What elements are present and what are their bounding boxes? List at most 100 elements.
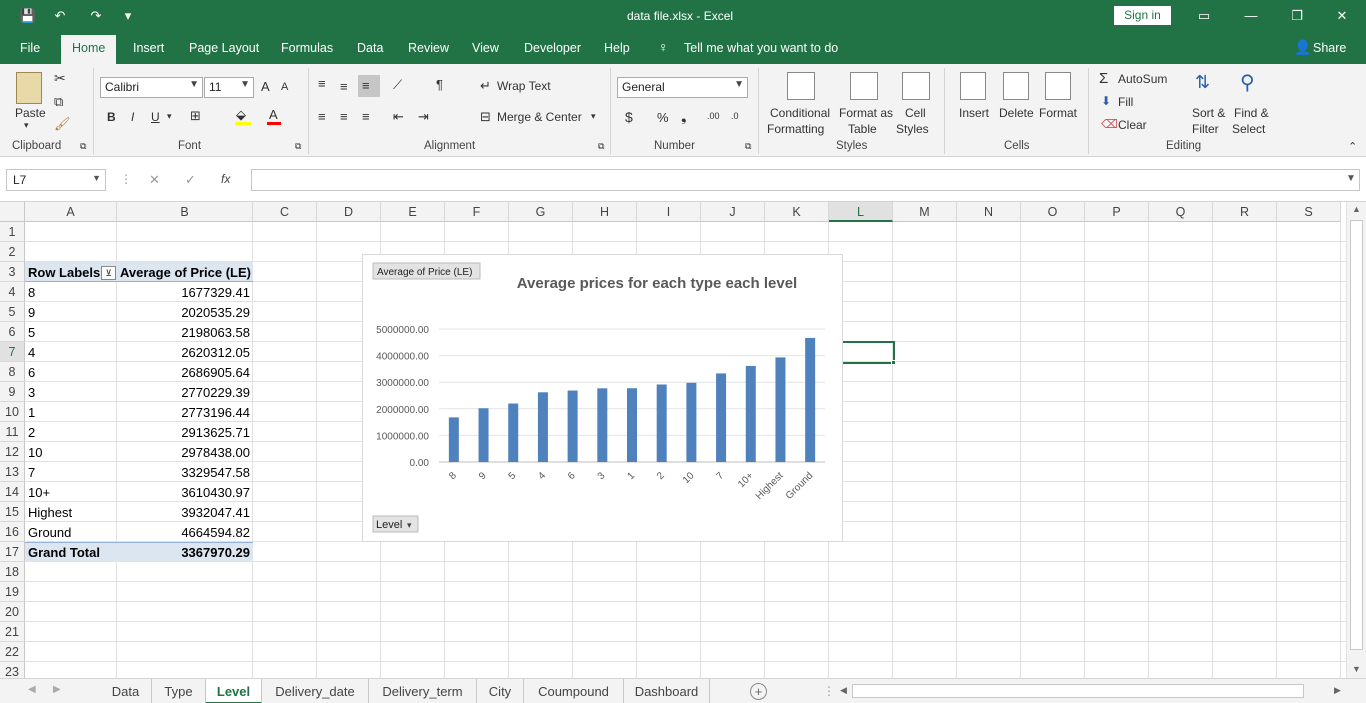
chart-bar-2[interactable]	[656, 384, 667, 462]
format-painter-icon[interactable]: 🖌	[54, 116, 71, 132]
wrap-text-icon[interactable]: ↵	[480, 78, 491, 94]
restore-icon[interactable]: ❐	[1287, 6, 1307, 26]
wrap-text-button[interactable]: Wrap Text	[497, 79, 551, 93]
conditional-formatting-label[interactable]: Conditional	[770, 106, 830, 120]
name-box[interactable]: L7 ▼	[6, 169, 106, 191]
pivot-grand-total-label[interactable]: Grand Total	[25, 543, 117, 563]
select-all-corner[interactable]	[0, 202, 25, 222]
pivot-row-value[interactable]: 2686905.64	[117, 363, 253, 383]
pivot-row-label[interactable]: 4	[25, 343, 117, 363]
find-select-icon[interactable]: ⚲	[1240, 70, 1255, 95]
pivot-row-value[interactable]: 2198063.58	[117, 323, 253, 343]
pivot-row-label[interactable]: 7	[25, 463, 117, 483]
redo-icon[interactable]: ↷	[86, 7, 106, 25]
pivot-row-label[interactable]: 10+	[25, 483, 117, 503]
pivot-row-label[interactable]: 6	[25, 363, 117, 383]
row-header-16[interactable]: 16	[0, 522, 25, 542]
chart-bar-10[interactable]	[686, 382, 697, 462]
column-header-G[interactable]: G	[509, 202, 573, 222]
increase-decimal-button[interactable]: .00	[707, 111, 720, 121]
font-color-icon[interactable]: A	[269, 107, 278, 122]
row-header-12[interactable]: 12	[0, 442, 25, 462]
format-as-table-icon[interactable]	[850, 72, 878, 100]
delete-cells-icon[interactable]	[1003, 72, 1029, 100]
column-header-L[interactable]: L	[829, 202, 893, 222]
underline-button[interactable]: U	[151, 110, 160, 124]
row-header-17[interactable]: 17	[0, 542, 25, 562]
text-direction-icon[interactable]: ¶	[436, 77, 443, 92]
column-header-N[interactable]: N	[957, 202, 1021, 222]
merge-icon[interactable]: ⊟	[480, 109, 491, 125]
axis-field-dropdown-icon[interactable]: ▾	[407, 520, 412, 530]
shrink-font-button[interactable]: A	[281, 81, 288, 93]
share-button[interactable]: Share	[1313, 41, 1346, 55]
cut-icon[interactable]: ✂	[54, 70, 66, 87]
fill-button[interactable]: Fill	[1118, 95, 1133, 109]
chart-bar-9[interactable]	[478, 408, 489, 462]
column-header-S[interactable]: S	[1277, 202, 1341, 222]
pivot-row-label[interactable]: 1	[25, 403, 117, 423]
insert-cells-button[interactable]: Insert	[959, 106, 989, 120]
cancel-icon[interactable]: ✕	[149, 172, 160, 188]
pivot-row-value[interactable]: 3932047.41	[117, 503, 253, 523]
number-launcher-icon[interactable]: ⧉	[745, 141, 751, 152]
tab-page-layout[interactable]: Page Layout	[189, 41, 259, 55]
tab-view[interactable]: View	[472, 41, 499, 55]
pivot-values-header[interactable]: Average of Price (LE)	[117, 263, 253, 283]
pivot-row-value[interactable]: 2773196.44	[117, 403, 253, 423]
tab-review[interactable]: Review	[408, 41, 449, 55]
fill-color-icon[interactable]: ⬙	[236, 107, 246, 123]
align-center-icon[interactable]: ≡	[340, 109, 348, 124]
clipboard-launcher-icon[interactable]: ⧉	[80, 141, 86, 152]
format-cells-button[interactable]: Format	[1039, 106, 1077, 120]
sheet-tab-coumpound[interactable]: Coumpound	[524, 679, 624, 703]
chart-bar-8[interactable]	[448, 417, 459, 462]
font-launcher-icon[interactable]: ⧉	[295, 141, 301, 152]
delete-cells-button[interactable]: Delete	[999, 106, 1034, 120]
column-header-A[interactable]: A	[25, 202, 117, 222]
row-header-11[interactable]: 11	[0, 422, 25, 442]
pivot-chart[interactable]: Average of Price (LE) Average prices for…	[362, 254, 843, 542]
row-header-18[interactable]: 18	[0, 562, 25, 582]
middle-align-icon[interactable]: ≡	[340, 79, 348, 94]
tab-help[interactable]: Help	[604, 41, 630, 55]
row-header-20[interactable]: 20	[0, 602, 25, 622]
sort-filter-button[interactable]: Sort &	[1192, 106, 1225, 120]
column-header-J[interactable]: J	[701, 202, 765, 222]
column-header-K[interactable]: K	[765, 202, 829, 222]
column-header-B[interactable]: B	[117, 202, 253, 222]
prev-sheet-icon[interactable]: ◀	[28, 684, 36, 695]
ribbon-display-options-icon[interactable]: ▭	[1194, 6, 1214, 26]
pivot-row-value[interactable]: 2620312.05	[117, 343, 253, 363]
column-header-H[interactable]: H	[573, 202, 637, 222]
column-header-M[interactable]: M	[893, 202, 957, 222]
pivot-row-label[interactable]: Highest	[25, 503, 117, 523]
row-header-9[interactable]: 9	[0, 382, 25, 402]
pivot-grand-total-value[interactable]: 3367970.29	[117, 543, 253, 563]
comma-button[interactable]: ❟	[681, 108, 687, 125]
row-header-1[interactable]: 1	[0, 222, 25, 242]
field-button-label[interactable]: Average of Price (LE)	[377, 267, 472, 278]
find-select-button-2[interactable]: Select	[1232, 122, 1265, 136]
row-header-2[interactable]: 2	[0, 242, 25, 262]
alignment-launcher-icon[interactable]: ⧉	[598, 141, 604, 152]
currency-button[interactable]: $	[625, 109, 633, 125]
sheet-tab-dashboard[interactable]: Dashboard	[624, 679, 710, 703]
tab-data[interactable]: Data	[357, 41, 383, 55]
chart-bar-3[interactable]	[597, 388, 608, 462]
row-header-23[interactable]: 23	[0, 662, 25, 678]
row-header-22[interactable]: 22	[0, 642, 25, 662]
save-icon[interactable]: 💾	[18, 7, 38, 25]
pivot-row-value[interactable]: 1677329.41	[117, 283, 253, 303]
row-header-7[interactable]: 7	[0, 342, 25, 362]
pivot-row-value[interactable]: 2978438.00	[117, 443, 253, 463]
tab-splitter-icon[interactable]: ⋮	[823, 684, 835, 698]
scroll-right-icon[interactable]: ▶	[1334, 685, 1341, 696]
merge-center-button[interactable]: Merge & Center	[497, 110, 582, 124]
vertical-scrollbar[interactable]: ▲ ▼	[1346, 202, 1366, 678]
chart-bar-4[interactable]	[537, 392, 548, 462]
horizontal-scroll-thumb[interactable]	[852, 684, 1304, 698]
column-header-F[interactable]: F	[445, 202, 509, 222]
collapse-ribbon-icon[interactable]: ⌃	[1348, 140, 1357, 153]
italic-button[interactable]: I	[131, 110, 134, 124]
